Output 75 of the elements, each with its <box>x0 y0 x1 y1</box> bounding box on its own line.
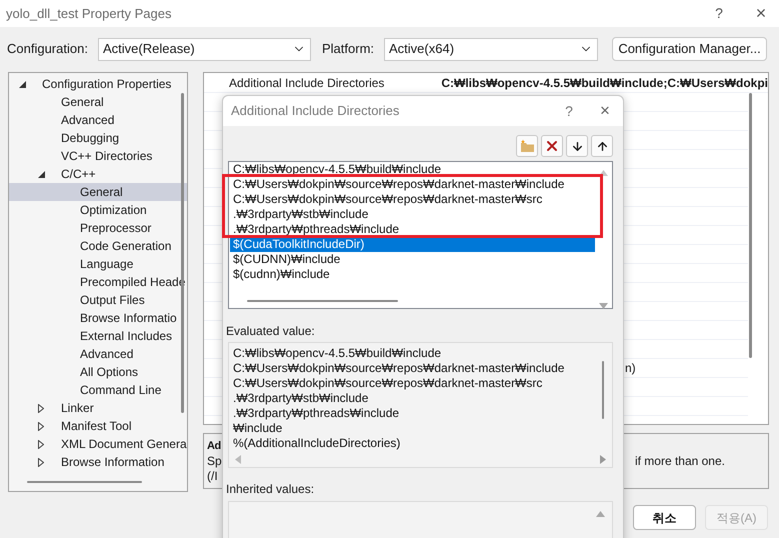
move-up-button[interactable] <box>591 135 613 157</box>
window-title: yolo_dll_test Property Pages <box>6 4 172 23</box>
close-button[interactable]: × <box>597 98 613 124</box>
folder-icon <box>520 139 534 153</box>
tree-item[interactable]: Code Generation <box>9 237 187 255</box>
tree-item[interactable]: Language <box>9 255 187 273</box>
property-name: Additional Include Directories <box>229 75 386 92</box>
tree-item[interactable]: All Options <box>9 363 187 381</box>
expanded-arrow-icon[interactable] <box>38 170 45 178</box>
configuration-manager-button[interactable]: Configuration Manager... <box>612 37 767 61</box>
tree-item[interactable]: XML Document Genera <box>9 435 187 453</box>
collapsed-arrow-icon[interactable] <box>38 440 44 448</box>
dialog-button[interactable]: 취소 <box>633 505 696 530</box>
description-text: Sp <box>207 454 222 468</box>
tree-item[interactable]: Configuration Properties <box>9 75 187 93</box>
description-text: (/I <box>207 468 219 484</box>
tree-item[interactable]: VC++ Directories <box>9 147 187 165</box>
tree-item[interactable]: Browse Information <box>9 453 187 471</box>
tree-item[interactable]: Command Line <box>9 381 187 399</box>
close-button[interactable]: × <box>751 0 771 27</box>
directory-entry[interactable]: $(CUDNN)₩include <box>230 252 595 267</box>
vertical-scrollbar[interactable] <box>602 361 604 420</box>
property-value: C:₩libs₩opencv-4.5.5₩build₩include;C:₩Users₩dokpi <box>441 75 768 92</box>
collapsed-arrow-icon[interactable] <box>38 458 44 466</box>
tree-item[interactable]: Browse Informatio <box>9 309 187 327</box>
move-down-button[interactable] <box>566 135 588 157</box>
tree-item[interactable]: Output Files <box>9 291 187 309</box>
vertical-scrollbar[interactable] <box>749 93 752 358</box>
configuration-select[interactable]: Active(Release) <box>98 38 311 60</box>
tree-item[interactable]: General <box>9 183 187 201</box>
tree-item[interactable]: Linker <box>9 399 187 417</box>
tree-item[interactable]: Advanced <box>9 111 187 129</box>
help-button[interactable]: ? <box>709 3 729 24</box>
horizontal-scrollbar[interactable] <box>27 481 142 483</box>
directory-entry[interactable]: C:₩Users₩dokpin₩source₩repos₩darknet-master₩src <box>230 192 595 207</box>
tree-item[interactable]: C/C++ <box>9 165 187 183</box>
scroll-down-icon[interactable] <box>599 303 608 309</box>
platform-select[interactable]: Active(x64) <box>384 38 598 60</box>
evaluated-line: C:₩libs₩opencv-4.5.5₩build₩include <box>233 346 442 362</box>
inherited-values-label: Inherited values: <box>226 482 316 498</box>
arrow-up-icon <box>596 140 608 152</box>
dialog-title: Additional Include Directories <box>231 102 400 120</box>
delete-button[interactable] <box>541 135 563 157</box>
help-button[interactable]: ? <box>561 100 577 122</box>
tree-item[interactable]: Optimization <box>9 201 187 219</box>
expanded-arrow-icon[interactable] <box>19 80 26 88</box>
description-text: if more than one. <box>634 453 725 470</box>
tree-item[interactable]: External Includes <box>9 327 187 345</box>
evaluated-line: ₩include <box>233 421 284 436</box>
evaluated-line: C:₩Users₩dokpin₩source₩repos₩darknet-master₩include <box>233 361 566 376</box>
tree-item[interactable]: Debugging <box>9 129 187 147</box>
directory-entry[interactable]: $(cudnn)₩include <box>230 267 595 282</box>
tree-item[interactable]: Preprocessor <box>9 219 187 237</box>
directory-entry[interactable]: .₩3rdparty₩stb₩include <box>230 207 595 222</box>
directory-entry[interactable]: C:₩libs₩opencv-4.5.5₩build₩include <box>230 162 595 177</box>
description-title: Ad <box>207 438 221 454</box>
tree-item[interactable]: Manifest Tool <box>9 417 187 435</box>
evaluated-value-label: Evaluated value: <box>226 324 316 340</box>
collapsed-arrow-icon[interactable] <box>38 404 44 412</box>
tree-item[interactable]: Advanced <box>9 345 187 363</box>
evaluated-line: .₩3rdparty₩pthreads₩include <box>233 406 400 422</box>
collapsed-arrow-icon[interactable] <box>38 422 44 430</box>
evaluated-line: %(AdditionalIncludeDirectories) <box>233 436 402 452</box>
evaluated-line: .₩3rdparty₩stb₩include <box>233 391 370 406</box>
tree-item[interactable]: General <box>9 93 187 111</box>
property-value: n) <box>625 360 636 377</box>
scroll-up-icon[interactable] <box>599 170 608 176</box>
configuration-label: Configuration: <box>7 40 89 58</box>
delete-icon <box>544 138 560 154</box>
horizontal-scrollbar[interactable] <box>247 300 398 302</box>
evaluated-line: C:₩Users₩dokpin₩source₩repos₩darknet-master₩src <box>233 376 544 392</box>
scroll-right-icon[interactable] <box>600 454 606 464</box>
arrow-down-icon <box>570 140 584 152</box>
directory-entry[interactable]: $(CudaToolkitIncludeDir) <box>230 237 595 252</box>
platform-label: Platform: <box>322 40 376 58</box>
